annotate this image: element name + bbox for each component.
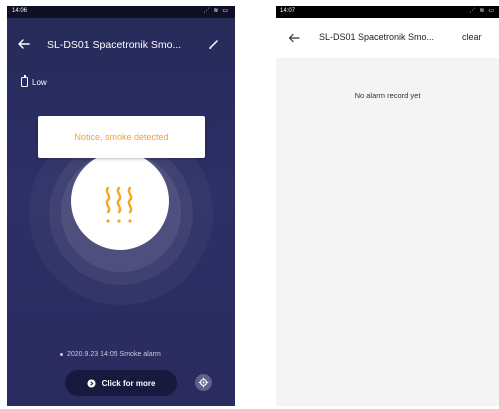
smoke-notice-popup: Notice, smoke detected	[38, 116, 205, 158]
settings-button[interactable]	[195, 374, 212, 391]
back-arrow-icon[interactable]	[288, 32, 300, 44]
status-time: 14:07	[280, 8, 296, 14]
system-icons: ⋰ ≋ ▭	[469, 7, 495, 14]
status-bar: 14:07 ⋰ ≋ ▭	[276, 6, 499, 18]
battery-icon	[21, 75, 28, 87]
record-dot-icon	[60, 353, 63, 356]
status-time: 14:06	[12, 8, 28, 14]
screenshot-stage: 14:06 ⋰ ≋ ▭ SL-DS01 Spacetronik Smo... L…	[0, 0, 499, 409]
page-title: SL-DS01 Spacetronik Smo...	[319, 32, 435, 42]
more-button-label: Click for more	[101, 378, 156, 388]
records-header: SL-DS01 Spacetronik Smo... clear	[276, 18, 499, 58]
notice-text: Notice, smoke detected	[74, 132, 169, 142]
record-text: 2020.9.23 14:05 Smoke alarm	[67, 351, 161, 358]
gear-icon	[198, 377, 209, 388]
click-for-more-button[interactable]: Click for more	[65, 370, 177, 396]
smoke-icon	[105, 186, 133, 223]
device-detail-screen: 14:06 ⋰ ≋ ▭ SL-DS01 Spacetronik Smo... L…	[7, 6, 235, 406]
status-bar: 14:06 ⋰ ≋ ▭	[7, 6, 235, 18]
info-circle-icon	[87, 378, 96, 388]
clear-button[interactable]: clear	[462, 32, 482, 42]
empty-state-message: No alarm record yet	[354, 91, 421, 100]
last-alarm-record: 2020.9.23 14:05 Smoke alarm	[60, 351, 161, 358]
page-title: SL-DS01 Spacetronik Smo...	[47, 39, 182, 51]
battery-status: Low	[21, 75, 47, 87]
alarm-records-screen: 14:07 ⋰ ≋ ▭ SL-DS01 Spacetronik Smo... c…	[276, 6, 499, 406]
back-arrow-icon[interactable]	[17, 37, 31, 51]
system-icons: ⋰ ≋ ▭	[203, 7, 229, 14]
edit-icon[interactable]	[208, 38, 220, 50]
battery-label: Low	[32, 77, 47, 87]
